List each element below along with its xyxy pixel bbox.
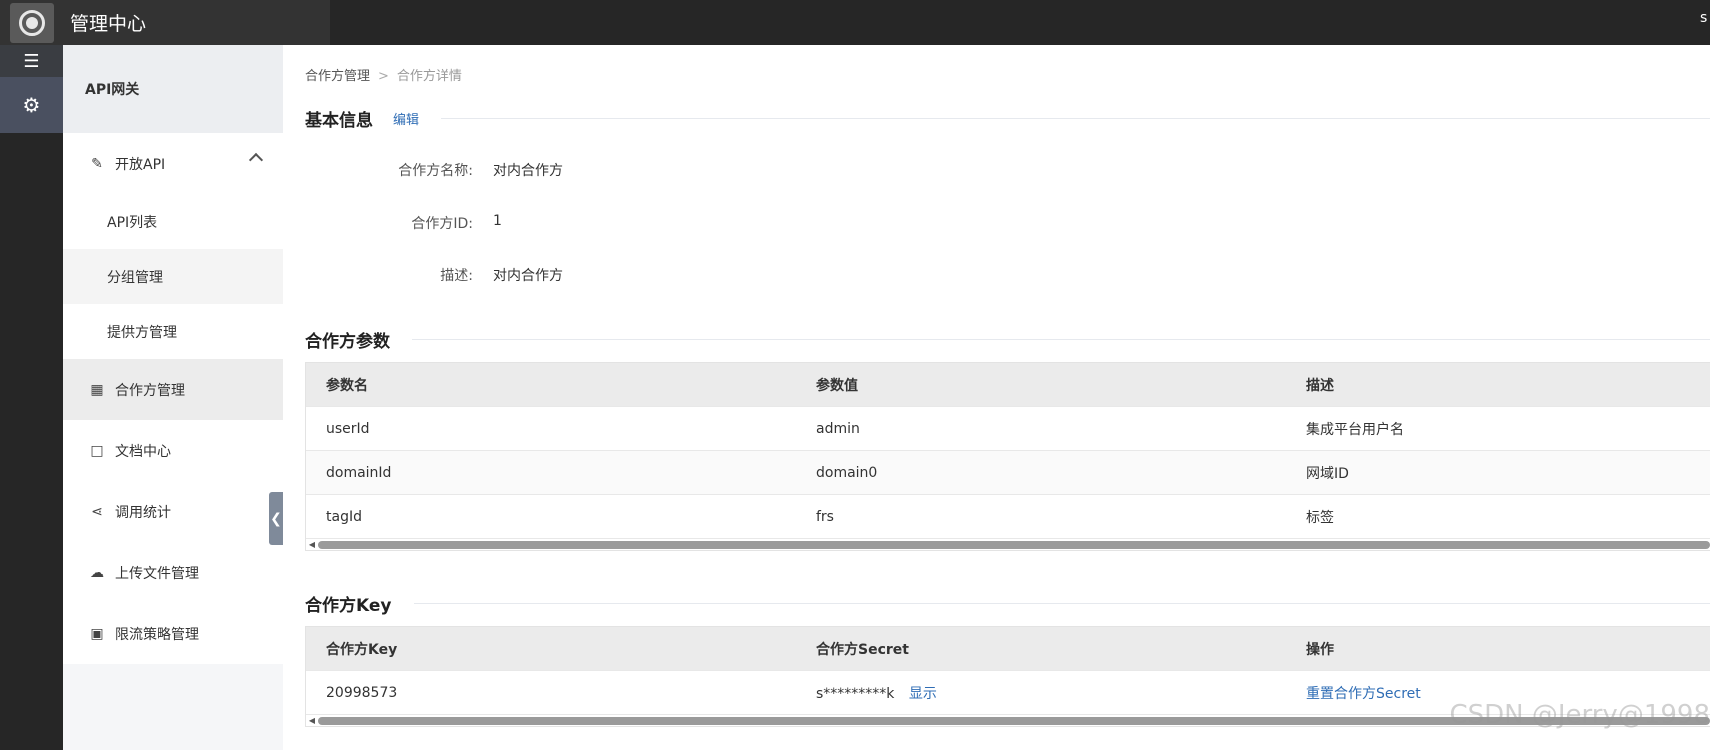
table-cell: admin — [816, 420, 860, 437]
partner-key-value: 20998573 — [326, 684, 398, 701]
show-secret-link[interactable]: 显示 — [909, 686, 937, 702]
section-partner-params: 合作方参数 — [305, 327, 1710, 352]
info-label: 描述: — [440, 268, 473, 284]
sidebar-item-upload-files[interactable]: ☁ 上传文件管理 — [63, 542, 283, 603]
params-table: 参数名 参数值 描述 userId admin 集成平台用户名 domainId… — [305, 362, 1710, 551]
icon-rail: ☰ ⚙ — [0, 45, 63, 750]
main-content: 合作方管理 > 合作方详情 基本信息 编辑 合作方名称: 对内合作方 合作方ID: … — [305, 45, 1710, 750]
sidebar-subitem-provider-management[interactable]: 提供方管理 — [63, 304, 283, 359]
watermark: CSDN @Jerry@1998 — [1449, 700, 1710, 730]
reset-secret-link[interactable]: 重置合作方Secret — [1306, 686, 1421, 702]
sidebar: API网关 ✎ 开放API API列表 分组管理 提供方管理 ▦ 合作方管理 □… — [63, 45, 283, 750]
sidebar-item-open-api[interactable]: ✎ 开放API — [63, 133, 283, 194]
table-cell: userId — [326, 420, 370, 437]
chevron-up-icon[interactable] — [248, 152, 264, 168]
column-header: 合作方Key — [326, 641, 398, 658]
column-header: 参数名 — [326, 377, 368, 394]
app-title: 管理中心 — [70, 13, 147, 35]
table-cell: 集成平台用户名 — [1306, 421, 1404, 438]
info-value: 对内合作方 — [493, 163, 563, 179]
scrollbar-thumb[interactable] — [318, 540, 1710, 549]
brand: 管理中心 — [0, 0, 330, 45]
sidebar-item-label: 限流策略管理 — [115, 626, 199, 643]
column-header: 合作方Secret — [816, 641, 909, 658]
sidebar-item-label: 合作方管理 — [115, 382, 185, 399]
table-cell: frs — [816, 508, 834, 525]
sidebar-item-docs[interactable]: □ 文档中心 — [63, 420, 283, 481]
table-row: userId admin 集成平台用户名 — [306, 407, 1710, 451]
column-header: 参数值 — [816, 377, 858, 394]
sidebar-subitem-api-list[interactable]: API列表 — [63, 194, 283, 249]
table-header-row: 参数名 参数值 描述 — [306, 363, 1710, 407]
share-icon: ⋖ — [91, 503, 103, 520]
section-partner-key: 合作方Key — [305, 591, 1710, 616]
breadcrumb-parent[interactable]: 合作方管理 — [305, 69, 370, 84]
table-row: domainId domain0 网域ID — [306, 451, 1710, 495]
breadcrumb-current: 合作方详情 — [396, 69, 462, 84]
section-basic-info: 基本信息 编辑 — [305, 106, 1710, 131]
table-cell: domainId — [326, 464, 392, 481]
user-menu[interactable]: s — [1700, 10, 1710, 26]
partner-secret-value: s*********k — [816, 685, 895, 702]
table-cell: 标签 — [1306, 509, 1334, 526]
info-value: 对内合作方 — [493, 268, 563, 284]
breadcrumb: 合作方管理 > 合作方详情 — [305, 65, 462, 84]
column-header: 描述 — [1306, 377, 1334, 394]
sidebar-item-partner-management[interactable]: ▦ 合作方管理 — [63, 359, 283, 420]
edit-link[interactable]: 编辑 — [393, 109, 419, 128]
info-row-description: 描述: 对内合作方 — [305, 265, 563, 285]
sidebar-collapse-button[interactable]: ❮ — [269, 492, 283, 545]
app-logo[interactable] — [10, 2, 54, 43]
sidebar-item-rate-limit[interactable]: ▣ 限流策略管理 — [63, 603, 283, 664]
scroll-left-icon[interactable]: ◀ — [306, 716, 318, 725]
table-header-row: 合作方Key 合作方Secret 操作 — [306, 627, 1710, 671]
pencil-icon: ✎ — [91, 155, 103, 172]
top-bar: 管理中心 s — [0, 0, 1710, 45]
document-icon: □ — [90, 442, 104, 459]
section-title: 基本信息 — [305, 111, 373, 131]
partner-secret-cell: s*********k 显示 — [796, 683, 1286, 703]
sidebar-item-label: 调用统计 — [115, 504, 171, 521]
breadcrumb-separator: > — [378, 69, 389, 84]
sidebar-item-label: 开放API — [115, 156, 166, 173]
info-row-id: 合作方ID: 1 — [305, 213, 502, 233]
grid-icon: ▦ — [90, 381, 104, 398]
horizontal-scrollbar[interactable]: ◀ — [306, 539, 1710, 550]
gear-icon[interactable]: ⚙ — [0, 77, 63, 133]
sidebar-item-label: 上传文件管理 — [115, 565, 199, 582]
chevron-left-icon: ❮ — [270, 510, 282, 527]
table-cell: domain0 — [816, 464, 878, 481]
sidebar-item-label: 文档中心 — [115, 443, 171, 460]
menu-icon[interactable]: ☰ — [0, 45, 63, 77]
column-header: 操作 — [1306, 641, 1334, 658]
sidebar-item-call-stats[interactable]: ⋖ 调用统计 — [63, 481, 283, 542]
cloud-upload-icon: ☁ — [90, 564, 104, 581]
calendar-icon: ▣ — [90, 625, 104, 642]
table-cell: tagId — [326, 508, 362, 525]
sidebar-subitem-group-management[interactable]: 分组管理 — [63, 249, 283, 304]
sidebar-header: API网关 — [63, 45, 283, 133]
scroll-left-icon[interactable]: ◀ — [306, 540, 318, 549]
table-cell: 网域ID — [1306, 465, 1349, 482]
info-label: 合作方ID: — [411, 216, 473, 232]
info-row-name: 合作方名称: 对内合作方 — [305, 160, 563, 180]
info-value: 1 — [493, 213, 502, 229]
section-title: 合作方Key — [305, 596, 392, 616]
section-title: 合作方参数 — [305, 332, 390, 352]
info-label: 合作方名称: — [398, 163, 473, 179]
table-row: tagId frs 标签 — [306, 495, 1710, 539]
